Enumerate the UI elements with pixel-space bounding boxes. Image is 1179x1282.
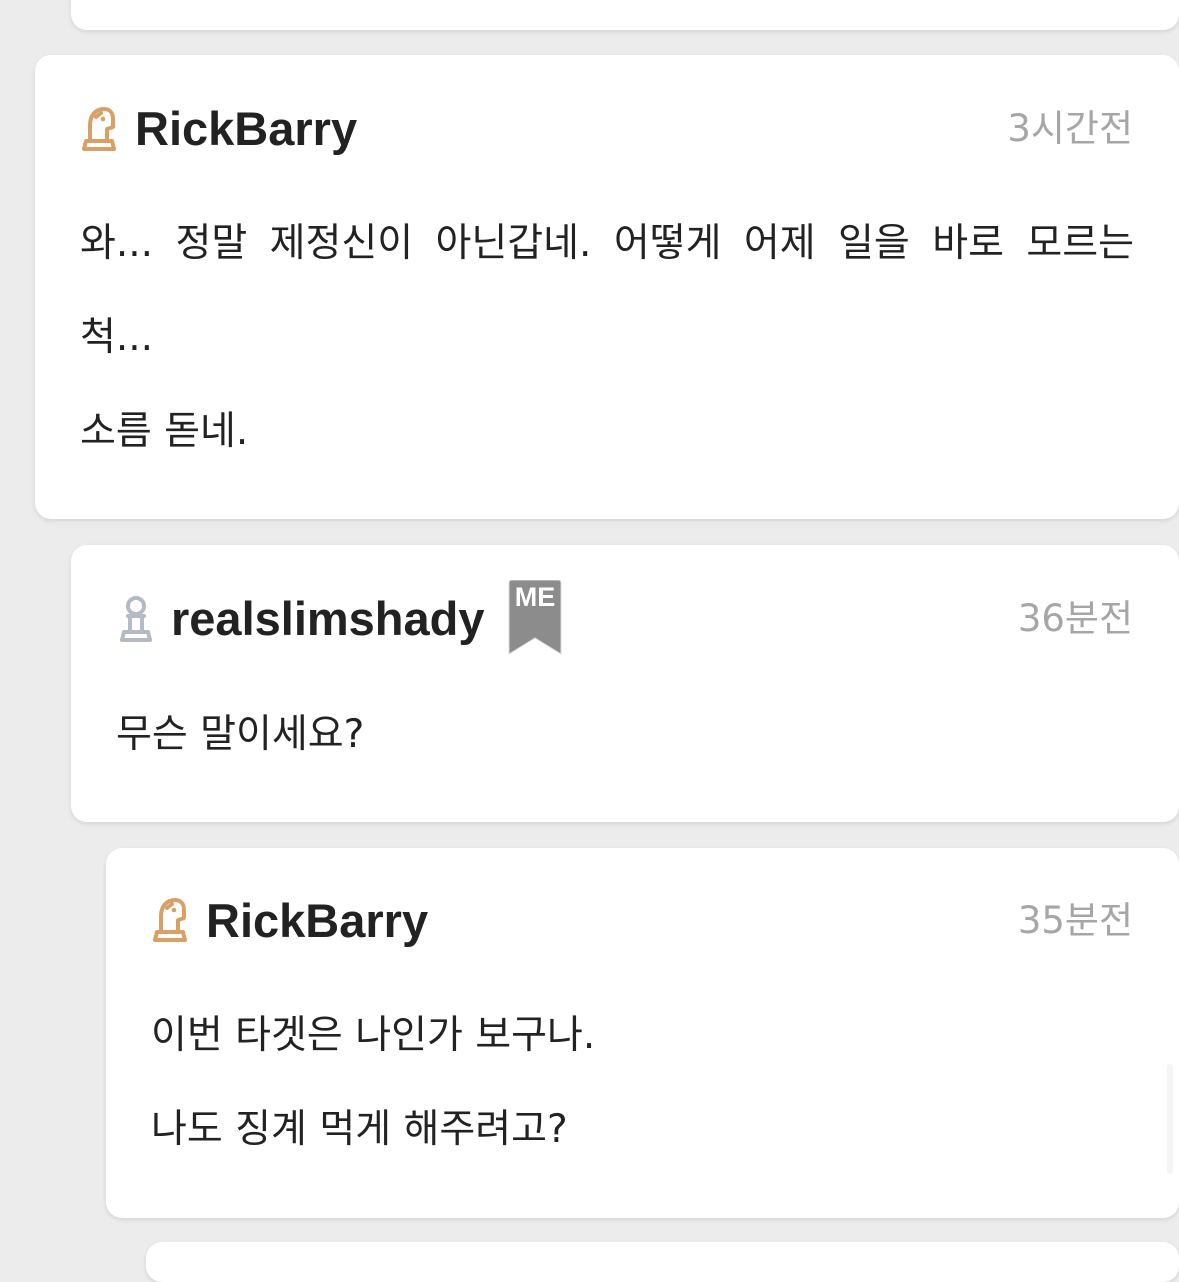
comment-text-line: 소름 돋네. — [80, 409, 249, 454]
timestamp: 36분전 — [1017, 597, 1133, 640]
username[interactable]: RickBarry — [206, 893, 428, 949]
me-badge-label: ME — [514, 582, 556, 612]
username[interactable]: RickBarry — [135, 101, 357, 157]
comment-card: RickBarry 3시간전 와... 정말 제정신이 아닌갑네. 어떻게 어제… — [35, 55, 1179, 519]
comment-header: RickBarry 35분전 — [106, 848, 1179, 947]
knight-chess-icon — [82, 107, 116, 151]
comment-header: RickBarry 3시간전 — [35, 55, 1179, 155]
scrollbar[interactable] — [1167, 1064, 1173, 1174]
comment-text-line: 무슨 말이세요? — [116, 712, 365, 757]
comment-card: RickBarry 35분전 이번 타겟은 나인가 보구나. 나도 징계 먹게 … — [106, 848, 1179, 1218]
timestamp: 3시간전 — [1007, 107, 1133, 150]
comment-card: realslimshady ME 36분전 무슨 말이세요? — [71, 545, 1179, 822]
comment-card-partial-bottom — [146, 1242, 1179, 1282]
username[interactable]: realslimshady — [171, 591, 485, 647]
comment-text-line: 와... 정말 제정신이 아닌갑네. 어떻게 어제 일을 바로 모르는 척... — [80, 221, 1134, 360]
pawn-chess-icon — [120, 596, 152, 642]
comment-header: realslimshady ME 36분전 — [71, 545, 1179, 655]
me-badge: ME — [506, 580, 564, 658]
comment-text-line: 이번 타겟은 나인가 보구나. — [151, 1013, 596, 1058]
timestamp: 35분전 — [1017, 899, 1133, 942]
comment-card-partial-top — [71, 0, 1179, 30]
comment-text-line: 나도 징계 먹게 해주려고? — [151, 1107, 568, 1152]
knight-chess-icon — [153, 898, 187, 942]
